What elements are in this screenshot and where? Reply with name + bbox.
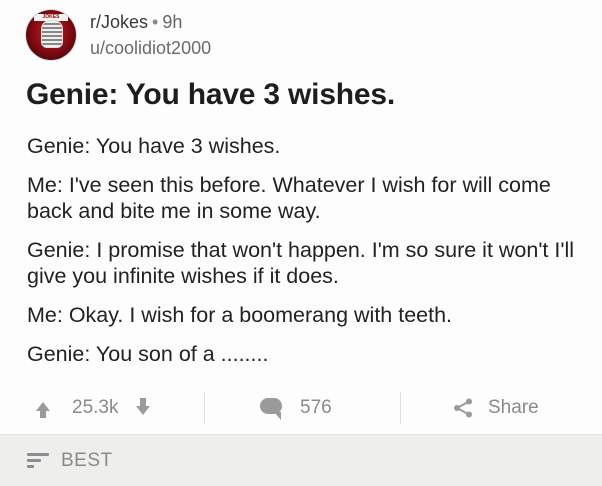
- body-paragraph: Me: I've seen this before. Whatever I wi…: [27, 173, 551, 223]
- post-body: Genie: You have 3 wishes. Me: I've seen …: [27, 133, 587, 380]
- body-paragraph: Genie: You son of a ........: [27, 342, 269, 366]
- vote-score: 25.3k: [72, 397, 119, 418]
- sort-icon: [27, 452, 49, 470]
- comments-button[interactable]: 576: [260, 397, 332, 420]
- downvote-button[interactable]: [130, 393, 151, 421]
- share-button[interactable]: Share: [452, 397, 539, 419]
- post-meta: r/Jokes • 9h u/coolidiot2000: [90, 11, 211, 60]
- sort-label: BEST: [61, 449, 113, 471]
- comment-count: 576: [300, 397, 332, 418]
- body-paragraph: Genie: You have 3 wishes.: [27, 134, 281, 158]
- share-icon: [454, 398, 472, 418]
- share-label: Share: [488, 397, 539, 418]
- subreddit-link[interactable]: r/Jokes: [90, 12, 148, 32]
- vote-controls: 25.3k: [36, 393, 151, 423]
- meta-line: r/Jokes • 9h: [90, 11, 211, 33]
- meta-separator: •: [152, 11, 159, 32]
- subreddit-avatar[interactable]: JOKES: [26, 10, 76, 60]
- body-paragraph: Genie: I promise that won't happen. I'm …: [27, 238, 575, 288]
- body-paragraph: Me: Okay. I wish for a boomerang with te…: [27, 303, 453, 327]
- action-divider: [400, 392, 401, 424]
- action-divider: [204, 392, 205, 424]
- comment-sort-bar[interactable]: BEST: [0, 434, 602, 486]
- arrow-up-icon: [36, 402, 50, 418]
- comment-bubble-icon: [260, 398, 282, 420]
- upvote-button[interactable]: [36, 395, 56, 423]
- arrow-down-icon: [136, 398, 151, 415]
- post-header: JOKES r/Jokes • 9h u/coolidiot2000: [26, 10, 211, 60]
- post-actions-bar: 25.3k 576 Share: [0, 390, 602, 426]
- microphone-icon: [41, 20, 63, 48]
- post-title: Genie: You have 3 wishes.: [26, 78, 396, 111]
- post-age: 9h: [162, 11, 183, 32]
- post-card: JOKES r/Jokes • 9h u/coolidiot2000 Genie: …: [0, 0, 602, 434]
- author-link[interactable]: u/coolidiot2000: [90, 36, 211, 60]
